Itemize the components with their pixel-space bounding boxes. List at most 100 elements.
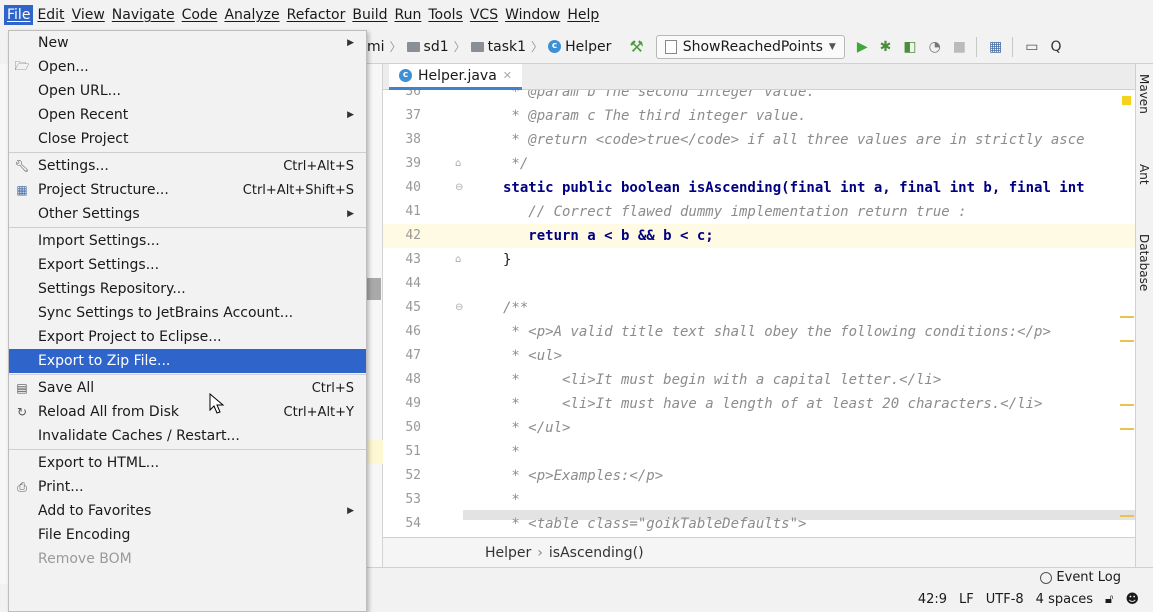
code-line: 48 * <li>It must begin with a capital le… (383, 368, 1135, 392)
menu-item-export-settings[interactable]: Export Settings... (9, 253, 366, 277)
menu-run[interactable]: Run (392, 5, 425, 25)
run-icon[interactable]: ▶ (857, 39, 868, 55)
menu-build[interactable]: Build (349, 5, 390, 25)
project-structure-icon[interactable]: ▦ (989, 39, 1002, 55)
crumb-task1[interactable]: task1 (470, 38, 527, 55)
debug-icon[interactable]: ✱ (880, 39, 892, 55)
file-encoding[interactable]: UTF-8 (986, 592, 1024, 607)
tool-tab-database[interactable]: Database (1137, 234, 1151, 291)
menu-edit[interactable]: Edit (34, 5, 67, 25)
menu-code[interactable]: Code (179, 5, 221, 25)
menu-item-settings-repository[interactable]: Settings Repository... (9, 277, 366, 301)
tool-tab-maven[interactable]: Maven (1137, 74, 1151, 114)
code-text: * <p>Examples:</p> (503, 468, 664, 484)
menu-item-label: Print... (38, 479, 84, 495)
menu-view[interactable]: View (69, 5, 108, 25)
crumb-helper[interactable]: c Helper (548, 39, 611, 55)
stop-icon[interactable]: ■ (953, 39, 966, 55)
menu-item-other-settings[interactable]: Other Settings ▶ (9, 202, 366, 226)
line-number: 50 (405, 420, 421, 435)
menu-navigate[interactable]: Navigate (109, 5, 178, 25)
inspector-icon[interactable]: ☻ (1125, 592, 1139, 607)
crumb-task1-label: task1 (487, 38, 527, 55)
error-stripe-marker[interactable] (1120, 515, 1134, 517)
breadcrumb-class[interactable]: Helper (485, 545, 531, 561)
tab-helper-java[interactable]: c Helper.java ✕ (389, 64, 523, 90)
event-log-button[interactable]: Event Log (1040, 570, 1121, 585)
close-icon[interactable]: ✕ (503, 69, 512, 82)
line-separator[interactable]: LF (959, 592, 974, 607)
error-stripe-marker[interactable] (1120, 340, 1134, 342)
build-hammer-icon[interactable]: ⚒ (629, 37, 643, 56)
warning-marker-icon[interactable] (1122, 96, 1131, 105)
mouse-pointer-icon (209, 393, 225, 414)
menu-file[interactable]: File (4, 5, 34, 25)
menu-item-file-encoding[interactable]: File Encoding (9, 523, 366, 547)
menu-item-sync-settings[interactable]: Sync Settings to JetBrains Account... (9, 301, 366, 325)
code-text: * <p>A valid title text shall obey the f… (503, 324, 1051, 340)
crumb-module-label: mi (367, 38, 385, 55)
error-stripe-marker[interactable] (1120, 404, 1134, 406)
menu-item-export-zip[interactable]: Export to Zip File... (9, 349, 366, 373)
run-configuration-select[interactable]: ShowReachedPoints ▼ (655, 34, 845, 59)
fold-marker-icon[interactable]: ⊖ (455, 176, 465, 200)
menu-item-export-eclipse[interactable]: Export Project to Eclipse... (9, 325, 366, 349)
fold-marker-icon[interactable]: ⌂ (455, 248, 465, 272)
fold-marker-icon[interactable]: ⊖ (455, 296, 465, 320)
tool-tab-ant[interactable]: Ant (1137, 164, 1151, 185)
code-line: 41 // Correct flawed dummy implementatio… (383, 200, 1135, 224)
code-text: * </ul> (503, 420, 571, 436)
indent-setting[interactable]: 4 spaces (1036, 592, 1093, 607)
code-editor[interactable]: 36 * @param b The second integer value. … (383, 90, 1135, 537)
menu-refactor[interactable]: Refactor (284, 5, 349, 25)
menu-window[interactable]: Window (502, 5, 563, 25)
crumb-sd1[interactable]: sd1 (406, 39, 449, 55)
menu-item-invalidate-caches[interactable]: Invalidate Caches / Restart... (9, 424, 366, 448)
fold-marker-icon[interactable]: ⌂ (455, 152, 465, 176)
search-icon[interactable]: Q (1051, 39, 1062, 55)
menu-help[interactable]: Help (564, 5, 602, 25)
folder-icon (406, 41, 420, 52)
menu-tools[interactable]: Tools (425, 5, 466, 25)
project-scrollbar[interactable] (367, 278, 381, 300)
menu-item-export-html[interactable]: Export to HTML... (9, 451, 366, 475)
caret-position[interactable]: 42:9 (918, 592, 947, 607)
menu-item-new[interactable]: New ▶ (9, 31, 366, 55)
menu-vcs[interactable]: VCS (467, 5, 501, 25)
menu-item-project-structure[interactable]: ▦ Project Structure... Ctrl+Alt+Shift+S (9, 178, 366, 202)
breadcrumb-method[interactable]: isAscending() (549, 545, 644, 561)
profile-icon[interactable]: ◔ (929, 39, 941, 55)
chevron-right-icon: 〉 (389, 40, 402, 54)
project-structure-icon: ▦ (16, 183, 28, 197)
coverage-icon[interactable]: ◧ (903, 39, 916, 55)
menu-item-reload-all[interactable]: ↻ Reload All from Disk Ctrl+Alt+Y (9, 400, 366, 424)
menu-item-label: Invalidate Caches / Restart... (38, 428, 240, 444)
code-line: 54 * <table class="goikTableDefaults"> (383, 512, 1135, 536)
menu-item-open-recent[interactable]: Open Recent ▶ (9, 103, 366, 127)
error-stripe-marker[interactable] (1120, 428, 1134, 430)
line-number: 39 (405, 156, 421, 171)
menu-item-label: Project Structure... (38, 182, 169, 198)
ide-window: File Edit View Navigate Code Analyze Ref… (0, 0, 1153, 612)
wrench-icon: 🔧︎ (14, 159, 30, 173)
menu-item-open[interactable]: 🗁 Open... (9, 55, 366, 79)
chevron-right-icon: › (537, 544, 543, 561)
error-stripe-marker[interactable] (1120, 316, 1134, 318)
code-text: * (503, 444, 520, 460)
terminal-icon[interactable]: ▭ (1025, 39, 1038, 55)
lock-icon[interactable]: 🔓︎ (1105, 592, 1113, 607)
code-line: 50 * </ul> (383, 416, 1135, 440)
menu-item-print[interactable]: ⎙ Print... (9, 475, 366, 499)
menu-item-close-project[interactable]: Close Project (9, 127, 366, 151)
project-selected-row (367, 440, 383, 464)
menu-item-settings[interactable]: 🔧︎ Settings... Ctrl+Alt+S (9, 154, 366, 178)
menu-item-label: Export to HTML... (38, 455, 160, 471)
menu-item-open-url[interactable]: Open URL... (9, 79, 366, 103)
crumb-module[interactable]: mi (367, 39, 385, 55)
menu-item-import-settings[interactable]: Import Settings... (9, 229, 366, 253)
menu-item-save-all[interactable]: ▤ Save All Ctrl+S (9, 376, 366, 400)
code-line: 36 * @param b The second integer value. (383, 90, 1135, 104)
menu-item-add-to-favorites[interactable]: Add to Favorites ▶ (9, 499, 366, 523)
code-text: * <li>It must begin with a capital lette… (503, 372, 942, 388)
menu-analyze[interactable]: Analyze (221, 5, 282, 25)
